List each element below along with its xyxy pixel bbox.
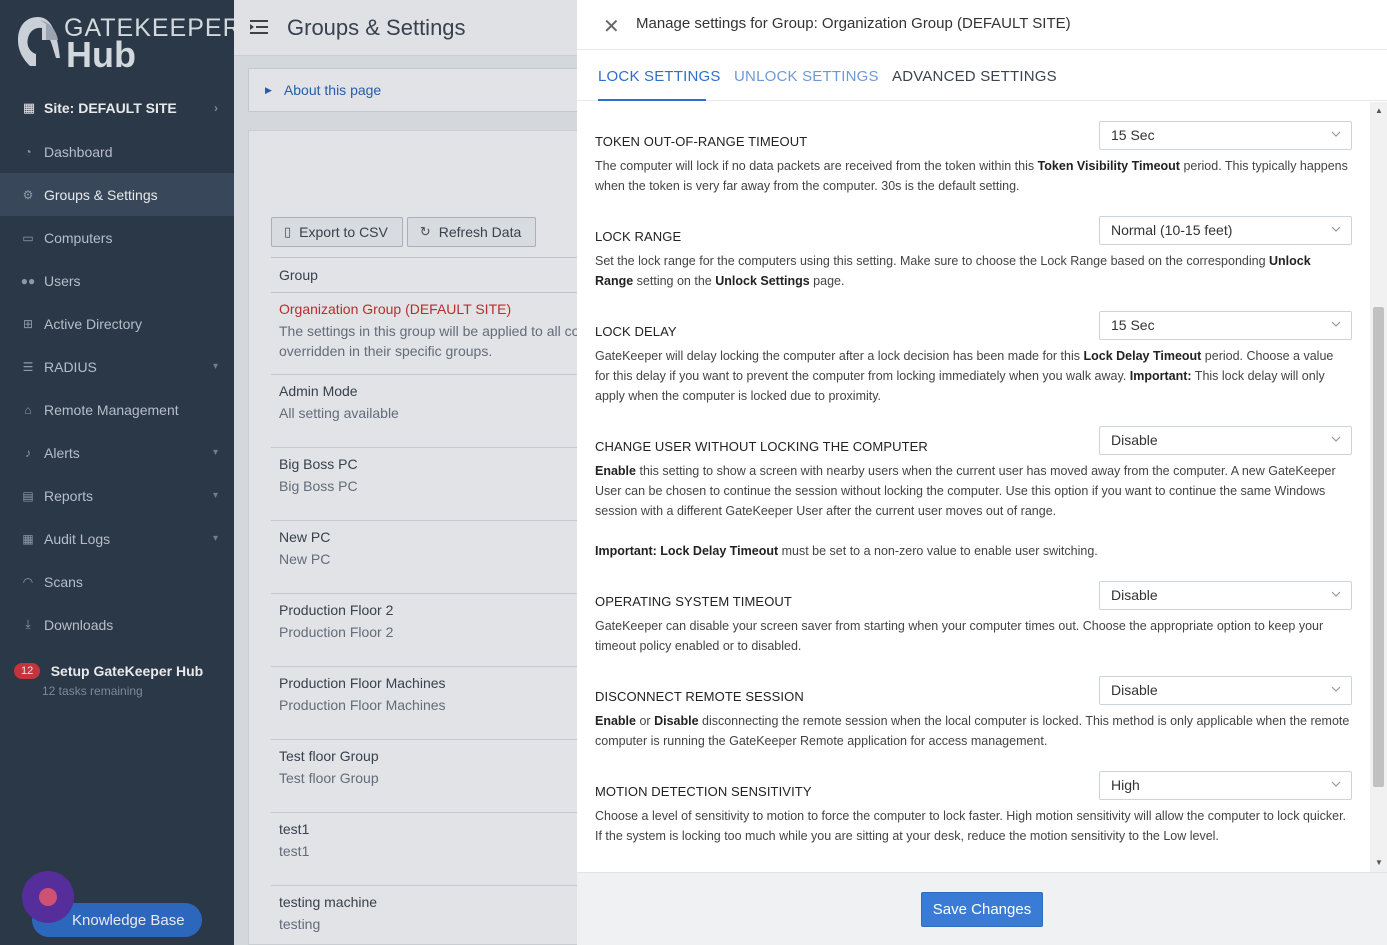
chevron-down-icon <box>1331 131 1341 137</box>
select-value: 15 Sec <box>1111 317 1155 333</box>
save-changes-button[interactable]: Save Changes <box>921 892 1043 927</box>
lock-range-select[interactable]: Normal (10-15 feet) <box>1099 216 1352 245</box>
close-icon[interactable]: ✕ <box>603 14 620 39</box>
scroll-up-icon[interactable]: ▲ <box>1375 106 1383 115</box>
setting-description: Set the lock range for the computers usi… <box>595 254 1311 288</box>
chevron-down-icon <box>1331 781 1341 787</box>
tab-advanced-settings[interactable]: ADVANCED SETTINGS <box>892 68 1057 85</box>
setting-label: LOCK DELAY <box>595 324 677 339</box>
setting-description: Enable or Disable disconnecting the remo… <box>595 714 1350 748</box>
setting-label: TOKEN OUT-OF-RANGE TIMEOUT <box>595 134 808 149</box>
select-value: Disable <box>1111 587 1158 603</box>
setting-description: Enable this setting to show a screen wit… <box>595 464 1336 558</box>
setting-description: The computer will lock if no data packet… <box>595 159 1348 193</box>
settings-modal: ✕ Manage settings for Group: Organizatio… <box>577 0 1387 945</box>
tab-lock-settings[interactable]: LOCK SETTINGS <box>598 68 721 85</box>
disconnect-remote-select[interactable]: Disable <box>1099 676 1352 705</box>
setting-label: OPERATING SYSTEM TIMEOUT <box>595 594 792 609</box>
chevron-down-icon <box>1331 436 1341 442</box>
os-timeout-select[interactable]: Disable <box>1099 581 1352 610</box>
setting-description: Choose a level of sensitivity to motion … <box>595 809 1347 843</box>
setting-label: LOCK RANGE <box>595 229 682 244</box>
vertical-scrollbar[interactable]: ▲ ▼ <box>1370 102 1387 872</box>
scrollbar-thumb[interactable] <box>1373 307 1384 787</box>
change-user-select[interactable]: Disable <box>1099 426 1352 455</box>
modal-footer: Save Changes <box>577 872 1387 945</box>
save-label: Save Changes <box>932 901 1032 918</box>
modal-header: ✕ Manage settings for Group: Organizatio… <box>577 0 1387 50</box>
setting-description: GateKeeper can disable your screen saver… <box>595 619 1324 653</box>
modal-title: Manage settings for Group: Organization … <box>636 15 1071 32</box>
motion-sensitivity-select[interactable]: High <box>1099 771 1352 800</box>
active-tab-indicator <box>598 99 706 101</box>
setting-label: CHANGE USER WITHOUT LOCKING THE COMPUTER <box>595 439 928 454</box>
select-value: Disable <box>1111 682 1158 698</box>
select-value: High <box>1111 777 1140 793</box>
select-value: Normal (10-15 feet) <box>1111 222 1233 238</box>
setting-label: MOTION DETECTION SENSITIVITY <box>595 784 812 799</box>
chevron-down-icon <box>1331 226 1341 232</box>
setting-label: DISCONNECT REMOTE SESSION <box>595 689 804 704</box>
settings-tabs: LOCK SETTINGS UNLOCK SETTINGS ADVANCED S… <box>577 51 1387 101</box>
tab-unlock-settings[interactable]: UNLOCK SETTINGS <box>734 68 879 85</box>
lock-delay-select[interactable]: 15 Sec <box>1099 311 1352 340</box>
chevron-down-icon <box>1331 321 1341 327</box>
setting-description: GateKeeper will delay locking the comput… <box>595 349 1334 403</box>
settings-scroll-area[interactable]: TOKEN OUT-OF-RANGE TIMEOUT 15 Sec The co… <box>577 102 1369 872</box>
scroll-down-icon[interactable]: ▼ <box>1375 858 1383 867</box>
token-timeout-select[interactable]: 15 Sec <box>1099 121 1352 150</box>
select-value: Disable <box>1111 432 1158 448</box>
chevron-down-icon <box>1331 686 1341 692</box>
chevron-down-icon <box>1331 591 1341 597</box>
modal-backdrop[interactable] <box>0 0 577 945</box>
select-value: 15 Sec <box>1111 127 1155 143</box>
